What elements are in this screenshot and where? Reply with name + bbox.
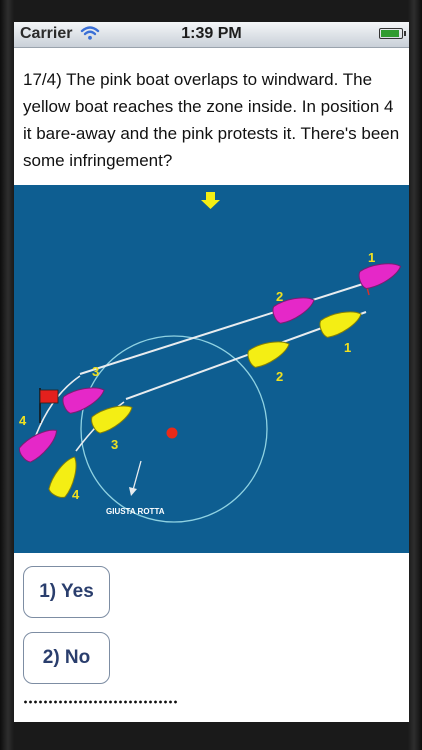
top-arrow-icon — [201, 192, 220, 209]
status-bar: Carrier 1:39 PM — [14, 22, 409, 48]
pink-label-3: 3 — [92, 364, 99, 379]
giusta-rotta-annotation: GIUSTA ROTTA — [106, 507, 165, 516]
progress-dots — [23, 698, 178, 706]
yellow-label-3: 3 — [111, 437, 118, 452]
yellow-boat-3 — [88, 397, 137, 436]
pink-boat-4 — [15, 421, 64, 466]
yellow-boat-2 — [244, 334, 294, 370]
yellow-label-4: 4 — [72, 487, 80, 502]
pink-label-2: 2 — [276, 289, 283, 304]
question-text: 17/4) The pink boat overlaps to windward… — [23, 70, 400, 170]
race-diagram: 1 2 3 4 1 2 3 4 GIUSTA ROTTA — [14, 185, 409, 553]
answer-yes-button[interactable]: 1) Yes — [23, 566, 110, 618]
yellow-label-2: 2 — [276, 369, 283, 384]
answer-no-button[interactable]: 2) No — [23, 632, 110, 684]
pink-label-4: 4 — [19, 413, 27, 428]
yellow-boat-1 — [316, 304, 366, 340]
windward-mark — [166, 427, 178, 439]
pink-label-1: 1 — [368, 250, 375, 265]
yellow-label-1: 1 — [344, 340, 351, 355]
annotation-arrow-icon — [129, 460, 142, 496]
app-screen: Carrier 1:39 PM 17/4) The pink boat over… — [14, 22, 409, 722]
status-time: 1:39 PM — [181, 25, 242, 42]
flag-icon — [39, 388, 59, 423]
pink-boat-1 — [356, 256, 405, 291]
battery-icon — [379, 28, 406, 39]
